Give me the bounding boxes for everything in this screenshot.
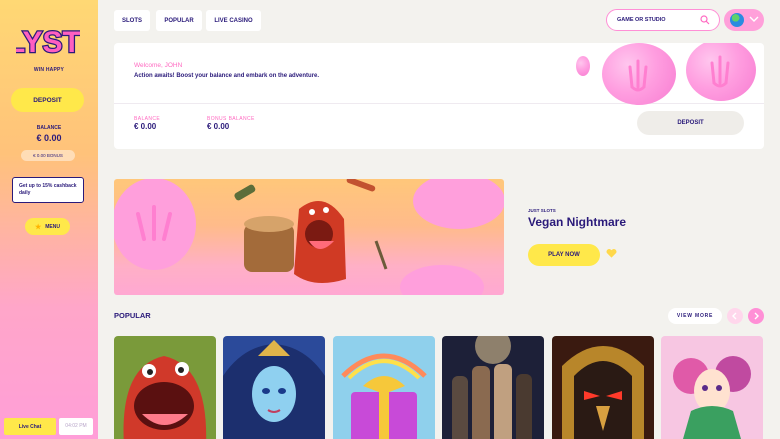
search-box <box>606 9 720 31</box>
welcome-title: Welcome, JOHN <box>134 62 183 69</box>
arrow-right-icon <box>754 312 759 320</box>
heart-icon[interactable] <box>606 248 617 259</box>
live-chat-button[interactable]: Live Chat <box>4 418 56 435</box>
arrow-left-icon <box>732 312 737 320</box>
play-now-button[interactable]: PLAY NOW <box>528 244 600 266</box>
lysti-logo[interactable]: LYSTI <box>16 14 80 62</box>
game-tile[interactable] <box>333 336 435 439</box>
game-thumbnail <box>442 336 544 439</box>
game-thumbnail <box>661 336 763 439</box>
search-icon[interactable] <box>700 15 710 25</box>
coin-decoration <box>686 43 756 101</box>
welcome-panel: Welcome, JOHN Action awaits! Boost your … <box>114 43 764 149</box>
game-thumbnail <box>552 336 654 439</box>
svg-text:LYSTI: LYSTI <box>16 26 80 59</box>
sidebar: LYSTI WIN HAPPY DEPOSIT BALANCE € 0.00 €… <box>0 0 98 439</box>
carousel-prev-button[interactable] <box>727 308 743 324</box>
menu-button[interactable]: ★ MENU <box>25 218 70 235</box>
star-icon: ★ <box>34 223 42 231</box>
welcome-message: Action awaits! Boost your balance and em… <box>134 73 320 79</box>
game-thumbnail <box>223 336 325 439</box>
tab-live-casino[interactable]: LIVE CASINO <box>206 10 261 31</box>
game-tile[interactable] <box>552 336 654 439</box>
sidebar-deposit-button[interactable]: DEPOSIT <box>11 88 84 112</box>
hero-kicker: JUST SLOTS <box>528 208 556 213</box>
bonus-balance-value: € 0.00 <box>207 122 230 131</box>
sidebar-bonus-badge: € 0.00 BONUS <box>21 150 75 161</box>
coin-decoration <box>602 43 676 105</box>
menu-label: MENU <box>45 223 60 230</box>
globe-icon <box>730 13 744 27</box>
clock: 04:02 PM <box>59 418 93 435</box>
coin-decoration <box>576 56 590 76</box>
search-input[interactable] <box>617 14 697 26</box>
game-tile[interactable] <box>661 336 763 439</box>
game-tile[interactable] <box>442 336 544 439</box>
carousel-next-button[interactable] <box>748 308 764 324</box>
cashback-promo[interactable]: Get up to 15% cashback daily <box>12 177 84 203</box>
game-tile[interactable] <box>114 336 216 439</box>
balance-value: € 0.00 <box>134 122 157 131</box>
sidebar-balance-label: BALANCE <box>36 125 62 131</box>
game-thumbnail <box>333 336 435 439</box>
language-selector[interactable] <box>724 9 764 31</box>
game-tile[interactable] <box>223 336 325 439</box>
deposit-button[interactable]: DEPOSIT <box>637 111 744 135</box>
tagline: WIN HAPPY <box>33 67 65 73</box>
game-thumbnail <box>114 336 216 439</box>
view-more-button[interactable]: VIEW MORE <box>668 308 722 324</box>
vegan-nightmare-artwork <box>114 179 504 295</box>
popular-section-title: POPULAR <box>114 311 151 320</box>
featured-game-banner[interactable] <box>114 179 504 295</box>
hero-title: Vegan Nightmare <box>528 215 627 229</box>
chevron-down-icon <box>749 16 759 22</box>
tab-popular[interactable]: POPULAR <box>156 10 202 31</box>
tab-slots[interactable]: SLOTS <box>114 10 150 31</box>
sidebar-balance-value: € 0.00 <box>36 133 62 143</box>
